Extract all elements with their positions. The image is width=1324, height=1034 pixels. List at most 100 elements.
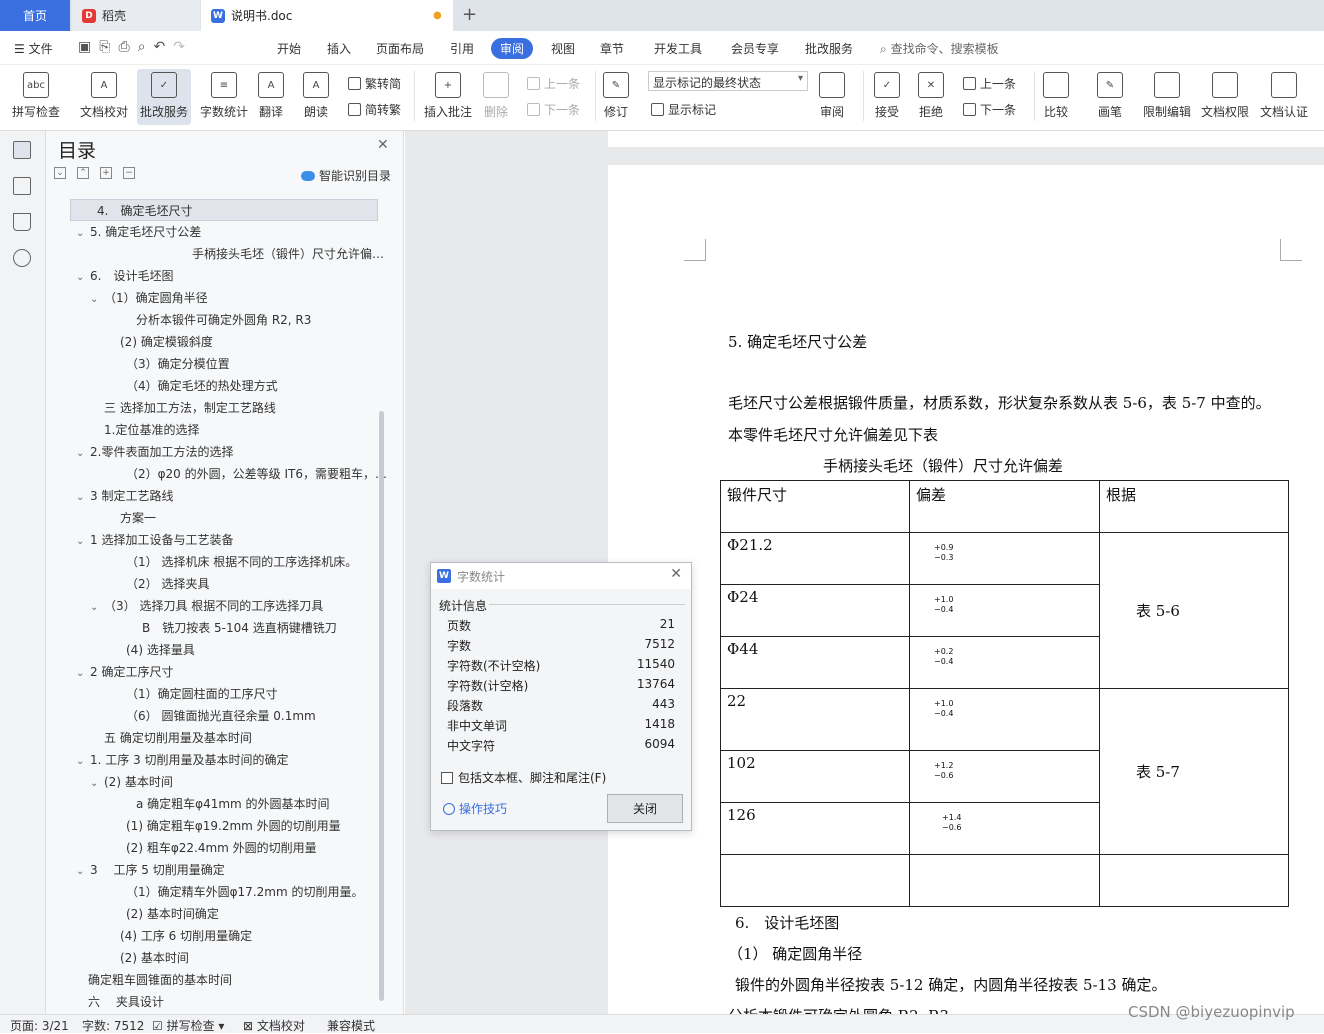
- prev-change-button[interactable]: 上一条: [963, 75, 1016, 92]
- page-indicator[interactable]: 页面: 3/21: [10, 1017, 69, 1034]
- bookmark-icon[interactable]: [13, 213, 31, 231]
- toc-item[interactable]: （2） 选择夹具: [126, 573, 390, 595]
- toc-item[interactable]: ⌄ 6. 设计毛坯图: [76, 265, 376, 287]
- document-page[interactable]: 5. 确定毛坯尺寸公差 毛坯尺寸公差根据锻件质量，材质系数，形状复杂系数从表 5…: [608, 165, 1324, 1025]
- add-heading-icon[interactable]: +: [100, 167, 112, 179]
- chevron-down-icon[interactable]: ⌄: [76, 861, 90, 881]
- menu-item-review[interactable]: 审阅: [491, 38, 534, 59]
- toc-item[interactable]: （2）φ20 的外圆，公差等级 IT6，需要粗车，半精车，精车: [126, 463, 390, 485]
- spell-check-button[interactable]: abc 拼写检查: [12, 69, 60, 120]
- save-icon[interactable]: ▣: [78, 39, 91, 55]
- print-icon[interactable]: ⎙: [118, 39, 129, 55]
- menu-item-start[interactable]: 开始: [277, 40, 301, 57]
- menu-item-devtools[interactable]: 开发工具: [654, 40, 702, 57]
- toc-item[interactable]: 六 夹具设计: [88, 991, 390, 1013]
- toc-item[interactable]: (2) 基本时间确定: [126, 903, 390, 925]
- chevron-down-icon[interactable]: ⌄: [76, 267, 90, 287]
- insert-comment-button[interactable]: + 插入批注: [424, 69, 472, 120]
- close-icon[interactable]: ✕: [670, 566, 682, 582]
- close-icon[interactable]: ✕: [377, 137, 389, 153]
- new-tab-button[interactable]: +: [462, 4, 477, 25]
- toc-item[interactable]: B 铣刀按表 5-104 选直柄键槽铣刀: [142, 617, 390, 639]
- toc-item[interactable]: ⌄ 1 选择加工设备与工艺装备: [76, 529, 376, 551]
- chevron-down-icon[interactable]: ⌄: [76, 663, 90, 683]
- toc-item[interactable]: (2) 确定模锻斜度: [120, 331, 390, 353]
- toc-item[interactable]: （1）确定精车外圆φ17.2mm 的切削用量。: [126, 881, 390, 903]
- export-icon[interactable]: ⎘: [99, 39, 110, 55]
- include-footnotes-checkbox[interactable]: 包括文本框、脚注和尾注(F): [441, 769, 606, 786]
- proofread-status[interactable]: ⊠ 文档校对: [243, 1017, 305, 1034]
- toc-panel-icon[interactable]: [13, 141, 31, 159]
- menu-item-view[interactable]: 视图: [551, 40, 575, 57]
- toc-item[interactable]: a 确定粗车φ41mm 的外圆基本时间: [136, 793, 390, 815]
- word-count-button[interactable]: ≡ 字数统计: [200, 69, 248, 120]
- toc-item[interactable]: ⌄ 3 制定工艺路线: [76, 485, 376, 507]
- toc-item[interactable]: (4) 工序 6 切削用量确定: [120, 925, 390, 947]
- markup-state-select[interactable]: 显示标记的最终状态: [648, 71, 808, 91]
- tips-link[interactable]: 操作技巧: [443, 800, 507, 817]
- track-changes-button[interactable]: ✎ 修订: [603, 69, 629, 120]
- delete-comment-button[interactable]: 删除: [483, 69, 509, 120]
- review-pane-button[interactable]: 审阅: [819, 69, 845, 120]
- menu-item-chapter[interactable]: 章节: [600, 40, 624, 57]
- dialog-titlebar[interactable]: W 字数统计: [431, 563, 691, 589]
- chevron-down-icon[interactable]: ⌄: [76, 531, 90, 551]
- toc-item[interactable]: 五 确定切削用量及基本时间: [104, 727, 390, 749]
- read-aloud-button[interactable]: A 朗读: [303, 69, 329, 120]
- toc-item[interactable]: ⌄ (2) 基本时间: [90, 771, 376, 793]
- toc-item[interactable]: ⌄ 5. 确定毛坯尺寸公差: [76, 221, 376, 243]
- chevron-down-icon[interactable]: ⌄: [90, 289, 104, 309]
- chevron-down-icon[interactable]: ⌄: [76, 487, 90, 507]
- toc-item[interactable]: 三 选择加工方法，制定工艺路线: [104, 397, 390, 419]
- redo-icon[interactable]: ↷: [173, 39, 185, 55]
- menu-item-insert[interactable]: 插入: [327, 40, 351, 57]
- toc-item[interactable]: ⌄ 1. 工序 3 切削用量及基本时间的确定: [76, 749, 376, 771]
- chevron-down-icon[interactable]: ⌄: [76, 223, 90, 243]
- toc-item[interactable]: （4）确定毛坯的热处理方式: [126, 375, 390, 397]
- toc-item[interactable]: ⌄ 3 工序 5 切削用量确定: [76, 859, 376, 881]
- compare-button[interactable]: 比较: [1043, 69, 1069, 120]
- prev-comment-button[interactable]: 上一条: [527, 75, 580, 92]
- simp-to-trad-button[interactable]: 简转繁: [348, 101, 401, 118]
- toc-item[interactable]: (2) 粗车φ22.4mm 外圆的切削用量: [126, 837, 390, 859]
- pen-button[interactable]: ✎ 画笔: [1097, 69, 1123, 120]
- undo-icon[interactable]: ↶: [153, 39, 165, 55]
- tab-home[interactable]: 首页: [0, 0, 70, 31]
- toc-item[interactable]: 方案一: [120, 507, 390, 529]
- word-count-indicator[interactable]: 字数: 7512: [82, 1017, 144, 1034]
- search-icon[interactable]: [13, 249, 31, 267]
- translate-button[interactable]: A 翻译: [258, 69, 284, 120]
- toc-item[interactable]: ⌄ （3） 选择刀具 根据不同的工序选择刀具: [90, 595, 376, 617]
- tab-document[interactable]: W 说明书.doc ●: [201, 0, 453, 31]
- chevron-down-icon[interactable]: ⌄: [76, 751, 90, 771]
- expand-up-icon[interactable]: ⌃: [77, 167, 89, 179]
- remove-heading-icon[interactable]: −: [123, 167, 135, 179]
- toc-item[interactable]: 1.定位基准的选择: [104, 419, 390, 441]
- command-search[interactable]: ⌕ 查找命令、搜索模板: [880, 40, 999, 57]
- restrict-edit-button[interactable]: 限制编辑: [1143, 69, 1191, 120]
- toc-item[interactable]: 4. 确定毛坯尺寸: [70, 199, 378, 221]
- chapter-nav-icon[interactable]: [13, 177, 31, 195]
- toc-item[interactable]: ⌄ （1）确定圆角半径: [90, 287, 376, 309]
- toc-item[interactable]: 确定粗车圆锥面的基本时间: [88, 969, 390, 991]
- toc-item[interactable]: ⌄ 2.零件表面加工方法的选择: [76, 441, 376, 463]
- toc-item[interactable]: 手柄接头毛坯（锻件）尺寸允许偏差见下表: [192, 243, 390, 265]
- proofread-button[interactable]: A 文档校对: [80, 69, 128, 120]
- reject-button[interactable]: ✕ 拒绝: [918, 69, 944, 120]
- chevron-down-icon[interactable]: ⌄: [90, 597, 104, 617]
- toc-item[interactable]: （3）确定分模位置: [126, 353, 390, 375]
- collapse-all-icon[interactable]: ⌄: [54, 167, 66, 179]
- spell-check-status[interactable]: ☑ 拼写检查 ▾: [152, 1017, 224, 1034]
- toc-item[interactable]: （1）确定圆柱面的工序尺寸: [126, 683, 390, 705]
- chevron-down-icon[interactable]: ⌄: [90, 773, 104, 793]
- preview-icon[interactable]: ⌕: [138, 39, 146, 55]
- menu-item-correct[interactable]: 批改服务: [805, 40, 853, 57]
- toc-item[interactable]: （6） 圆锥面抛光直径余量 0.1mm: [126, 705, 390, 727]
- doc-certify-button[interactable]: 文档认证: [1260, 69, 1308, 120]
- trad-to-simp-button[interactable]: 繁转简: [348, 75, 401, 92]
- show-markup-button[interactable]: 显示标记: [651, 101, 716, 118]
- next-change-button[interactable]: 下一条: [963, 101, 1016, 118]
- file-menu[interactable]: ☰ 文件: [14, 40, 53, 57]
- chevron-down-icon[interactable]: ⌄: [76, 443, 90, 463]
- next-comment-button[interactable]: 下一条: [527, 101, 580, 118]
